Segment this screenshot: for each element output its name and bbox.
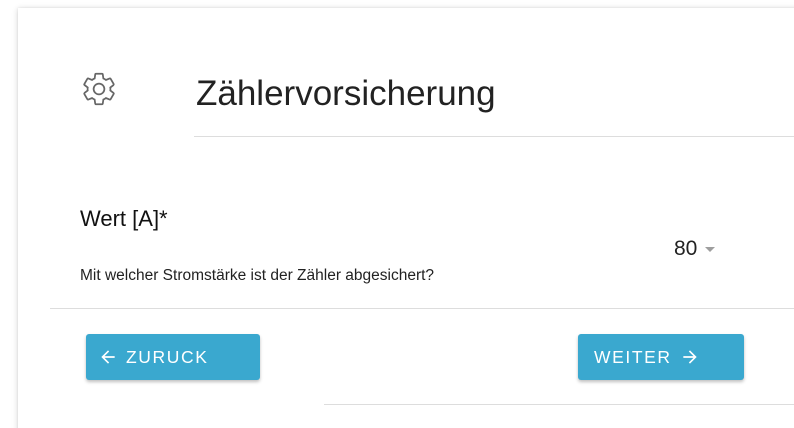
- next-button-label: WEITER: [594, 346, 672, 367]
- select-value: 80: [674, 237, 698, 260]
- back-button[interactable]: ZURUCK: [86, 334, 260, 380]
- arrow-right-icon: [680, 347, 700, 367]
- step-card: Zählervorsicherung Wert [A]* Mit welcher…: [18, 8, 794, 428]
- gear-icon: [80, 70, 118, 108]
- page-title: Zählervorsicherung: [196, 74, 496, 113]
- back-button-label: ZURUCK: [126, 346, 209, 367]
- section-divider: [50, 308, 794, 309]
- field-label: Wert [A]*: [80, 206, 168, 231]
- page: Zählervorsicherung Wert [A]* Mit welcher…: [0, 0, 794, 428]
- bottom-divider: [324, 404, 794, 405]
- caret-down-icon: [705, 246, 716, 252]
- arrow-left-icon: [98, 347, 118, 367]
- next-button[interactable]: WEITER: [578, 334, 744, 380]
- amperage-select[interactable]: 80: [674, 234, 716, 264]
- header-divider: [194, 136, 794, 137]
- field-hint: Mit welcher Stromstärke ist der Zähler a…: [80, 267, 435, 284]
